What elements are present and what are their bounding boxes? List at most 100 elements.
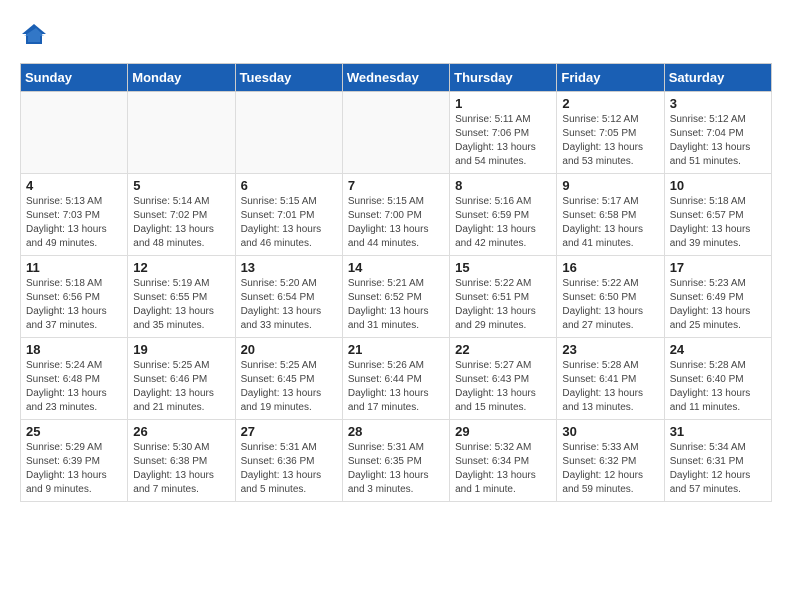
day-number: 8 bbox=[455, 178, 551, 193]
calendar-cell: 16 Sunrise: 5:22 AM Sunset: 6:50 PM Dayli… bbox=[557, 256, 664, 338]
calendar-cell: 25 Sunrise: 5:29 AM Sunset: 6:39 PM Dayli… bbox=[21, 420, 128, 502]
calendar-cell: 10 Sunrise: 5:18 AM Sunset: 6:57 PM Dayli… bbox=[664, 174, 771, 256]
day-number: 1 bbox=[455, 96, 551, 111]
calendar-cell: 29 Sunrise: 5:32 AM Sunset: 6:34 PM Dayli… bbox=[450, 420, 557, 502]
day-info: Sunrise: 5:31 AM Sunset: 6:35 PM Dayligh… bbox=[348, 441, 444, 497]
day-number: 20 bbox=[241, 342, 337, 357]
day-info: Sunrise: 5:21 AM Sunset: 6:52 PM Dayligh… bbox=[348, 277, 444, 333]
calendar-cell: 6 Sunrise: 5:15 AM Sunset: 7:01 PM Daylig… bbox=[235, 174, 342, 256]
day-info: Sunrise: 5:25 AM Sunset: 6:46 PM Dayligh… bbox=[133, 359, 229, 415]
day-number: 13 bbox=[241, 260, 337, 275]
day-info: Sunrise: 5:27 AM Sunset: 6:43 PM Dayligh… bbox=[455, 359, 551, 415]
day-info: Sunrise: 5:34 AM Sunset: 6:31 PM Dayligh… bbox=[670, 441, 766, 497]
day-number: 21 bbox=[348, 342, 444, 357]
day-info: Sunrise: 5:19 AM Sunset: 6:55 PM Dayligh… bbox=[133, 277, 229, 333]
day-info: Sunrise: 5:33 AM Sunset: 6:32 PM Dayligh… bbox=[562, 441, 658, 497]
calendar: SundayMondayTuesdayWednesdayThursdayFrid… bbox=[20, 63, 772, 502]
calendar-cell bbox=[342, 92, 449, 174]
day-number: 14 bbox=[348, 260, 444, 275]
day-info: Sunrise: 5:12 AM Sunset: 7:04 PM Dayligh… bbox=[670, 113, 766, 169]
weekday-header-wednesday: Wednesday bbox=[342, 64, 449, 92]
calendar-cell: 14 Sunrise: 5:21 AM Sunset: 6:52 PM Dayli… bbox=[342, 256, 449, 338]
day-info: Sunrise: 5:29 AM Sunset: 6:39 PM Dayligh… bbox=[26, 441, 122, 497]
day-number: 30 bbox=[562, 424, 658, 439]
day-number: 3 bbox=[670, 96, 766, 111]
calendar-cell bbox=[21, 92, 128, 174]
day-info: Sunrise: 5:28 AM Sunset: 6:41 PM Dayligh… bbox=[562, 359, 658, 415]
calendar-cell: 30 Sunrise: 5:33 AM Sunset: 6:32 PM Dayli… bbox=[557, 420, 664, 502]
day-number: 23 bbox=[562, 342, 658, 357]
calendar-cell: 17 Sunrise: 5:23 AM Sunset: 6:49 PM Dayli… bbox=[664, 256, 771, 338]
day-number: 25 bbox=[26, 424, 122, 439]
calendar-cell: 2 Sunrise: 5:12 AM Sunset: 7:05 PM Daylig… bbox=[557, 92, 664, 174]
day-info: Sunrise: 5:25 AM Sunset: 6:45 PM Dayligh… bbox=[241, 359, 337, 415]
calendar-cell: 5 Sunrise: 5:14 AM Sunset: 7:02 PM Daylig… bbox=[128, 174, 235, 256]
calendar-cell: 11Sunrise: 5:18 AM Sunset: 6:56 PM Dayli… bbox=[21, 256, 128, 338]
calendar-cell: 3 Sunrise: 5:12 AM Sunset: 7:04 PM Daylig… bbox=[664, 92, 771, 174]
day-info: Sunrise: 5:15 AM Sunset: 7:01 PM Dayligh… bbox=[241, 195, 337, 251]
calendar-week-5: 25 Sunrise: 5:29 AM Sunset: 6:39 PM Dayli… bbox=[21, 420, 772, 502]
day-number: 17 bbox=[670, 260, 766, 275]
day-info: Sunrise: 5:23 AM Sunset: 6:49 PM Dayligh… bbox=[670, 277, 766, 333]
page-header bbox=[20, 20, 772, 48]
day-info: Sunrise: 5:20 AM Sunset: 6:54 PM Dayligh… bbox=[241, 277, 337, 333]
day-number: 2 bbox=[562, 96, 658, 111]
day-info: Sunrise: 5:22 AM Sunset: 6:50 PM Dayligh… bbox=[562, 277, 658, 333]
day-number: 24 bbox=[670, 342, 766, 357]
calendar-cell: 31 Sunrise: 5:34 AM Sunset: 6:31 PM Dayli… bbox=[664, 420, 771, 502]
day-number: 5 bbox=[133, 178, 229, 193]
calendar-cell: 24 Sunrise: 5:28 AM Sunset: 6:40 PM Dayli… bbox=[664, 338, 771, 420]
calendar-cell: 7 Sunrise: 5:15 AM Sunset: 7:00 PM Daylig… bbox=[342, 174, 449, 256]
day-info: Sunrise: 5:31 AM Sunset: 6:36 PM Dayligh… bbox=[241, 441, 337, 497]
calendar-week-1: 1 Sunrise: 5:11 AM Sunset: 7:06 PM Daylig… bbox=[21, 92, 772, 174]
calendar-cell: 22 Sunrise: 5:27 AM Sunset: 6:43 PM Dayli… bbox=[450, 338, 557, 420]
day-number: 26 bbox=[133, 424, 229, 439]
weekday-header-monday: Monday bbox=[128, 64, 235, 92]
logo-icon bbox=[20, 20, 48, 48]
calendar-cell: 12 Sunrise: 5:19 AM Sunset: 6:55 PM Dayli… bbox=[128, 256, 235, 338]
day-info: Sunrise: 5:12 AM Sunset: 7:05 PM Dayligh… bbox=[562, 113, 658, 169]
day-info: Sunrise: 5:24 AM Sunset: 6:48 PM Dayligh… bbox=[26, 359, 122, 415]
day-info: Sunrise: 5:28 AM Sunset: 6:40 PM Dayligh… bbox=[670, 359, 766, 415]
day-info: Sunrise: 5:26 AM Sunset: 6:44 PM Dayligh… bbox=[348, 359, 444, 415]
weekday-header-friday: Friday bbox=[557, 64, 664, 92]
weekday-header-saturday: Saturday bbox=[664, 64, 771, 92]
day-number: 27 bbox=[241, 424, 337, 439]
calendar-cell bbox=[235, 92, 342, 174]
calendar-cell: 8 Sunrise: 5:16 AM Sunset: 6:59 PM Daylig… bbox=[450, 174, 557, 256]
day-number: 12 bbox=[133, 260, 229, 275]
day-number: 7 bbox=[348, 178, 444, 193]
weekday-header-thursday: Thursday bbox=[450, 64, 557, 92]
calendar-cell: 20 Sunrise: 5:25 AM Sunset: 6:45 PM Dayli… bbox=[235, 338, 342, 420]
day-number: 31 bbox=[670, 424, 766, 439]
day-number: 10 bbox=[670, 178, 766, 193]
day-number: 16 bbox=[562, 260, 658, 275]
day-number: 29 bbox=[455, 424, 551, 439]
day-info: Sunrise: 5:17 AM Sunset: 6:58 PM Dayligh… bbox=[562, 195, 658, 251]
calendar-cell: 18 Sunrise: 5:24 AM Sunset: 6:48 PM Dayli… bbox=[21, 338, 128, 420]
calendar-cell: 13 Sunrise: 5:20 AM Sunset: 6:54 PM Dayli… bbox=[235, 256, 342, 338]
calendar-week-2: 4Sunrise: 5:13 AM Sunset: 7:03 PM Daylig… bbox=[21, 174, 772, 256]
calendar-week-3: 11Sunrise: 5:18 AM Sunset: 6:56 PM Dayli… bbox=[21, 256, 772, 338]
day-number: 9 bbox=[562, 178, 658, 193]
day-info: Sunrise: 5:14 AM Sunset: 7:02 PM Dayligh… bbox=[133, 195, 229, 251]
day-number: 6 bbox=[241, 178, 337, 193]
day-info: Sunrise: 5:18 AM Sunset: 6:57 PM Dayligh… bbox=[670, 195, 766, 251]
day-number: 19 bbox=[133, 342, 229, 357]
calendar-header-row: SundayMondayTuesdayWednesdayThursdayFrid… bbox=[21, 64, 772, 92]
day-info: Sunrise: 5:15 AM Sunset: 7:00 PM Dayligh… bbox=[348, 195, 444, 251]
day-number: 18 bbox=[26, 342, 122, 357]
weekday-header-tuesday: Tuesday bbox=[235, 64, 342, 92]
calendar-cell: 21 Sunrise: 5:26 AM Sunset: 6:44 PM Dayli… bbox=[342, 338, 449, 420]
day-number: 22 bbox=[455, 342, 551, 357]
day-info: Sunrise: 5:11 AM Sunset: 7:06 PM Dayligh… bbox=[455, 113, 551, 169]
calendar-cell: 23 Sunrise: 5:28 AM Sunset: 6:41 PM Dayli… bbox=[557, 338, 664, 420]
calendar-cell: 27 Sunrise: 5:31 AM Sunset: 6:36 PM Dayli… bbox=[235, 420, 342, 502]
day-number: 28 bbox=[348, 424, 444, 439]
calendar-cell: 15Sunrise: 5:22 AM Sunset: 6:51 PM Dayli… bbox=[450, 256, 557, 338]
calendar-cell: 19 Sunrise: 5:25 AM Sunset: 6:46 PM Dayli… bbox=[128, 338, 235, 420]
day-info: Sunrise: 5:30 AM Sunset: 6:38 PM Dayligh… bbox=[133, 441, 229, 497]
day-info: Sunrise: 5:32 AM Sunset: 6:34 PM Dayligh… bbox=[455, 441, 551, 497]
day-info: Sunrise: 5:16 AM Sunset: 6:59 PM Dayligh… bbox=[455, 195, 551, 251]
day-info: Sunrise: 5:22 AM Sunset: 6:51 PM Dayligh… bbox=[455, 277, 551, 333]
